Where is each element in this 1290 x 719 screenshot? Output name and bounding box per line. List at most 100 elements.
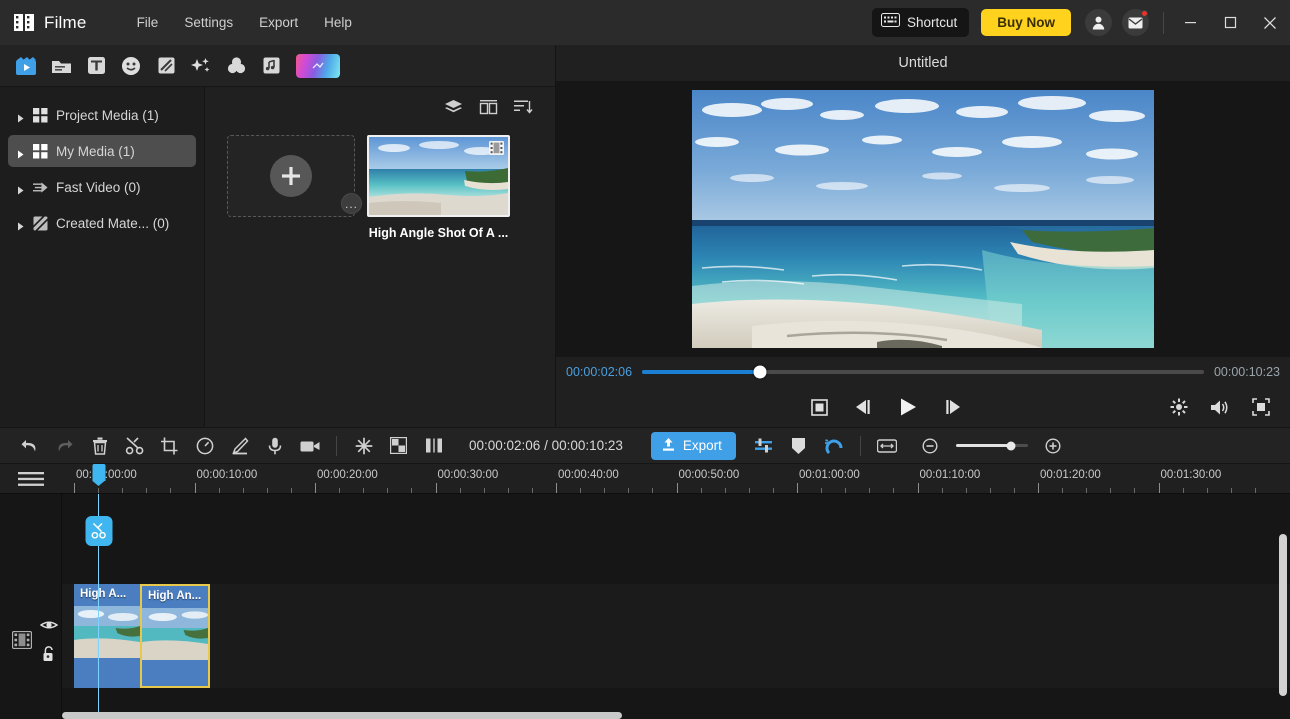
menu-file[interactable]: File	[124, 9, 172, 36]
timeline[interactable]: 00:00:00:00 00:00:10:00 00:00:20:00 00:00:3…	[0, 464, 1290, 719]
buy-now-button[interactable]: Buy Now	[981, 9, 1071, 36]
transition-tab[interactable]	[150, 51, 182, 81]
align-button[interactable]	[746, 432, 781, 460]
undo-button[interactable]	[12, 432, 47, 460]
voiceover-button[interactable]	[257, 432, 292, 460]
volume-button[interactable]	[1210, 399, 1230, 416]
scrubber-handle[interactable]	[753, 365, 767, 379]
snap-button[interactable]	[816, 432, 851, 460]
previous-frame-button[interactable]	[854, 399, 872, 415]
more-options-button[interactable]: ...	[341, 193, 362, 214]
playhead-handle[interactable]	[92, 464, 105, 486]
gradient-tab[interactable]	[296, 53, 340, 78]
split-clip-button[interactable]	[117, 432, 152, 460]
ruler-tick-minor	[941, 488, 943, 493]
green-screen-button[interactable]	[381, 432, 416, 460]
close-button[interactable]	[1250, 0, 1290, 45]
timeline-ruler[interactable]: 00:00:00:00 00:00:10:00 00:00:20:00 00:00:3…	[62, 464, 1290, 493]
fit-to-screen-button[interactable]	[870, 432, 905, 460]
preview-scrubber[interactable]	[642, 365, 1204, 379]
timeline-clip[interactable]: High A...	[74, 584, 140, 688]
chevron-right-icon	[16, 111, 25, 122]
transport-controls	[811, 397, 962, 417]
audio-tab[interactable]	[255, 51, 287, 81]
zoom-out-button[interactable]	[913, 432, 948, 460]
notification-badge	[1141, 10, 1148, 17]
effects-tab[interactable]	[185, 51, 217, 81]
menu-export[interactable]: Export	[246, 9, 311, 36]
template-tab[interactable]	[45, 51, 77, 81]
speed-button[interactable]	[187, 432, 222, 460]
menu-help[interactable]: Help	[311, 9, 365, 36]
zoom-in-button[interactable]	[1036, 432, 1071, 460]
freeze-frame-button[interactable]	[346, 432, 381, 460]
video-preview[interactable]	[692, 90, 1154, 348]
sidebar-item-label: Created Mate... (0)	[56, 215, 170, 231]
grid-icon	[33, 143, 48, 159]
timeline-vertical-scrollbar[interactable]	[1279, 534, 1287, 696]
clip-label: High A...	[80, 588, 127, 600]
media-view-tools	[205, 87, 555, 121]
layers-view-icon[interactable]	[444, 99, 463, 116]
eye-icon[interactable]	[39, 618, 59, 636]
mail-icon[interactable]	[1122, 9, 1149, 36]
ruler-tick-minor	[507, 488, 509, 493]
grid-view-icon[interactable]	[479, 99, 498, 115]
record-button[interactable]	[292, 432, 327, 460]
account-icon[interactable]	[1085, 9, 1112, 36]
next-frame-button[interactable]	[944, 399, 962, 415]
video-track[interactable]: High A... High An...	[62, 584, 1290, 688]
ruler-label: 00:00:50:00	[678, 469, 740, 481]
sidebar-item-fast-video[interactable]: Fast Video (0)	[8, 171, 196, 203]
minimize-button[interactable]	[1170, 0, 1210, 45]
menu-settings[interactable]: Settings	[171, 9, 246, 36]
stop-button[interactable]	[811, 398, 828, 416]
library-column: Project Media (1) My Media (1) Fast Vide…	[0, 45, 555, 427]
ruler-tick-minor	[1013, 488, 1015, 493]
crop-button[interactable]	[152, 432, 187, 460]
project-title: Untitled	[898, 55, 948, 71]
export-button[interactable]: Export	[650, 431, 736, 460]
media-thumbnail[interactable]	[367, 135, 510, 217]
ruler-label: 00:01:10:00	[919, 469, 981, 481]
play-button[interactable]	[898, 397, 918, 417]
ruler-tick-minor	[1110, 488, 1112, 493]
media-items-grid: ... High Angle Shot Of A ...	[205, 121, 555, 240]
shortcut-button[interactable]: Shortcut	[871, 8, 970, 37]
sidebar-item-my-media[interactable]: My Media (1)	[8, 135, 196, 167]
timeline-menu-button[interactable]	[0, 464, 62, 493]
toolbar-divider-2	[859, 435, 861, 456]
sidebar-item-created-material[interactable]: Created Mate... (0)	[8, 207, 196, 239]
marker-button[interactable]	[781, 432, 816, 460]
sidebar-item-project-media[interactable]: Project Media (1)	[8, 99, 196, 131]
preview-stage[interactable]	[556, 81, 1290, 357]
split-at-playhead-button[interactable]	[85, 516, 112, 546]
fullscreen-button[interactable]	[1252, 398, 1270, 416]
sort-icon[interactable]	[514, 99, 533, 115]
redo-button[interactable]	[47, 432, 82, 460]
sticker-tab[interactable]	[115, 51, 147, 81]
import-media-button[interactable]: ...	[227, 135, 362, 217]
ruler-tick	[1038, 483, 1039, 493]
zoom-slider-handle[interactable]	[1006, 441, 1016, 450]
media-item[interactable]: High Angle Shot Of A ...	[367, 135, 510, 240]
color-edit-button[interactable]	[222, 432, 257, 460]
unlock-icon[interactable]	[42, 646, 56, 667]
library-panels: Project Media (1) My Media (1) Fast Vide…	[0, 87, 555, 427]
maximize-button[interactable]	[1210, 0, 1250, 45]
snapshot-button[interactable]	[1170, 398, 1188, 416]
playhead[interactable]	[85, 464, 112, 719]
mirror-button[interactable]	[416, 432, 451, 460]
ruler-label: 00:00:30:00	[437, 469, 499, 481]
timeline-horizontal-scrollbar[interactable]	[62, 712, 622, 719]
ruler-tick-minor	[411, 488, 413, 493]
media-tab[interactable]	[10, 51, 42, 81]
text-tab[interactable]	[80, 51, 112, 81]
titlebar-divider	[1163, 11, 1164, 34]
filter-tab[interactable]	[220, 51, 252, 81]
delete-button[interactable]	[82, 432, 117, 460]
track-toggles	[39, 618, 59, 667]
zoom-slider[interactable]	[955, 441, 1028, 450]
ruler-tick-minor	[1086, 488, 1088, 493]
timeline-clip[interactable]: High An...	[140, 584, 210, 688]
